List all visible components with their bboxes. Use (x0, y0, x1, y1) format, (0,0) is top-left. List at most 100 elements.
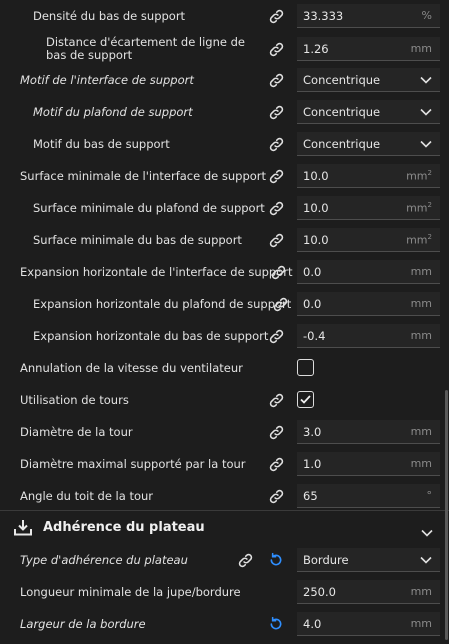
brim-width-input[interactable]: 4.0 mm (297, 612, 440, 636)
link-icon[interactable] (266, 230, 286, 250)
setting-row-min-interface-area: Surface minimale de l'interface de suppo… (0, 164, 449, 188)
interface-offset-input[interactable]: 0.0 mm (297, 260, 440, 284)
section-title: Adhérence du plateau (43, 520, 205, 535)
field-value: 10.0 (303, 232, 329, 247)
setting-row-adhesion-type: Type d'adhérence du plateau Bordure (0, 548, 449, 572)
adhesion-type-select[interactable]: Bordure (297, 548, 440, 572)
setting-row-tower-roof-angle: Angle du toit de la tour 65 ° (0, 484, 449, 508)
field-unit: mm (410, 297, 432, 310)
setting-row-tower-max-diameter: Diamètre maximal supporté par la tour 1.… (0, 452, 449, 476)
link-icon[interactable] (266, 486, 286, 506)
reset-icon[interactable] (266, 550, 286, 570)
field-value: 10.0 (303, 200, 329, 215)
field-value: -0.4 (303, 328, 326, 343)
setting-row-bottom-offset: Expansion horizontale du bas de support … (0, 324, 449, 348)
setting-label: Largeur de la bordure (20, 616, 146, 631)
setting-row-support-bottom-pattern: Motif du bas de support Concentrique (0, 132, 449, 156)
link-icon[interactable] (266, 326, 286, 346)
setting-label: Surface minimale de l'interface de suppo… (20, 168, 267, 183)
link-icon[interactable] (266, 422, 286, 442)
support-bottom-pattern-select[interactable]: Concentrique (297, 132, 440, 156)
setting-label: Motif du bas de support (33, 136, 170, 151)
select-value: Concentrique (303, 72, 381, 87)
field-value: 10.0 (303, 168, 329, 183)
setting-row-support-interface-pattern: Motif de l'interface de support Concentr… (0, 68, 449, 92)
setting-label: Distance d'écartement de ligne de bas de… (46, 35, 246, 62)
setting-label: Expansion horizontale du plafond de supp… (33, 296, 292, 311)
setting-label: Diamètre de la tour (20, 424, 133, 439)
chevron-down-icon[interactable] (421, 522, 433, 541)
link-icon[interactable] (266, 102, 286, 122)
field-unit: mm (410, 585, 432, 598)
link-icon[interactable] (266, 390, 286, 410)
setting-label: Motif de l'interface de support (20, 72, 194, 87)
tower-roof-angle-input[interactable]: 65 ° (297, 484, 440, 508)
field-unit: mm (410, 457, 432, 470)
chevron-down-icon (420, 106, 432, 118)
setting-row-use-towers: Utilisation de tours (0, 388, 449, 412)
min-interface-area-input[interactable]: 10.0 mm2 (297, 164, 440, 188)
link-icon[interactable] (266, 6, 286, 26)
field-unit: mm (410, 329, 432, 342)
chevron-down-icon (420, 138, 432, 150)
checkmark-icon (300, 395, 311, 404)
field-value: 4.0 (303, 616, 322, 631)
download-tray-icon (13, 519, 33, 541)
settings-panel: Densité du bas de support 33.333 % Dista… (0, 0, 449, 644)
tower-max-diameter-input[interactable]: 1.0 mm (297, 452, 440, 476)
field-unit: mm2 (406, 232, 432, 247)
link-icon[interactable] (270, 294, 290, 314)
setting-label: Type d'adhérence du plateau (20, 552, 188, 567)
link-icon[interactable] (268, 262, 288, 282)
field-value: 33.333 (303, 8, 344, 23)
field-value: 0.0 (303, 296, 322, 311)
tower-diameter-input[interactable]: 3.0 mm (297, 420, 440, 444)
setting-row-support-roof-pattern: Motif du plafond de support Concentrique (0, 100, 449, 124)
section-header-build-plate-adhesion[interactable]: Adhérence du plateau (0, 510, 449, 544)
min-bottom-area-input[interactable]: 10.0 mm2 (297, 228, 440, 252)
link-icon[interactable] (266, 70, 286, 90)
setting-row-support-bottom-density: Densité du bas de support 33.333 % (0, 4, 449, 28)
setting-label: Motif du plafond de support (33, 104, 193, 119)
select-value: Concentrique (303, 136, 381, 151)
field-unit: ° (426, 489, 433, 502)
link-icon[interactable] (235, 550, 255, 570)
setting-row-min-roof-area: Surface minimale du plafond de support 1… (0, 196, 449, 220)
support-interface-pattern-select[interactable]: Concentrique (297, 68, 440, 92)
setting-label: Surface minimale du plafond de support (33, 200, 265, 215)
link-icon[interactable] (266, 198, 286, 218)
link-icon[interactable] (266, 166, 286, 186)
support-bottom-line-distance-input[interactable]: 1.26 mm (297, 37, 440, 61)
use-towers-checkbox[interactable] (297, 391, 314, 408)
support-bottom-density-input[interactable]: 33.333 % (297, 4, 440, 28)
setting-row-brim-width: Largeur de la bordure 4.0 mm (0, 612, 449, 636)
link-icon[interactable] (266, 454, 286, 474)
link-icon[interactable] (266, 134, 286, 154)
support-roof-pattern-select[interactable]: Concentrique (297, 100, 440, 124)
field-unit: mm2 (406, 200, 432, 215)
setting-label: Densité du bas de support (33, 8, 186, 23)
setting-row-support-bottom-line-distance: Distance d'écartement de ligne de bas de… (0, 34, 449, 64)
setting-row-roof-offset: Expansion horizontale du plafond de supp… (0, 292, 449, 316)
setting-row-skirt-brim-min-length: Longueur minimale de la jupe/bordure 250… (0, 580, 449, 604)
reset-icon[interactable] (266, 614, 286, 634)
chevron-down-icon (420, 554, 432, 566)
setting-row-interface-offset: Expansion horizontale de l'interface de … (0, 260, 449, 284)
setting-label: Diamètre maximal supporté par la tour (20, 456, 246, 471)
scrollbar[interactable] (445, 390, 448, 640)
min-roof-area-input[interactable]: 10.0 mm2 (297, 196, 440, 220)
setting-label: Angle du toit de la tour (20, 488, 154, 503)
field-unit: mm (410, 425, 432, 438)
link-icon[interactable] (266, 39, 286, 59)
field-value: 65 (303, 488, 318, 503)
skirt-brim-min-length-input[interactable]: 250.0 mm (297, 580, 440, 604)
select-value: Concentrique (303, 104, 381, 119)
setting-label: Utilisation de tours (20, 392, 129, 407)
field-value: 1.26 (303, 41, 329, 56)
fan-speed-override-checkbox[interactable] (297, 359, 314, 376)
bottom-offset-input[interactable]: -0.4 mm (297, 324, 440, 348)
setting-label: Annulation de la vitesse du ventilateur (20, 360, 243, 375)
select-value: Bordure (303, 552, 349, 567)
setting-row-fan-speed-override: Annulation de la vitesse du ventilateur (0, 356, 449, 380)
roof-offset-input[interactable]: 0.0 mm (297, 292, 440, 316)
